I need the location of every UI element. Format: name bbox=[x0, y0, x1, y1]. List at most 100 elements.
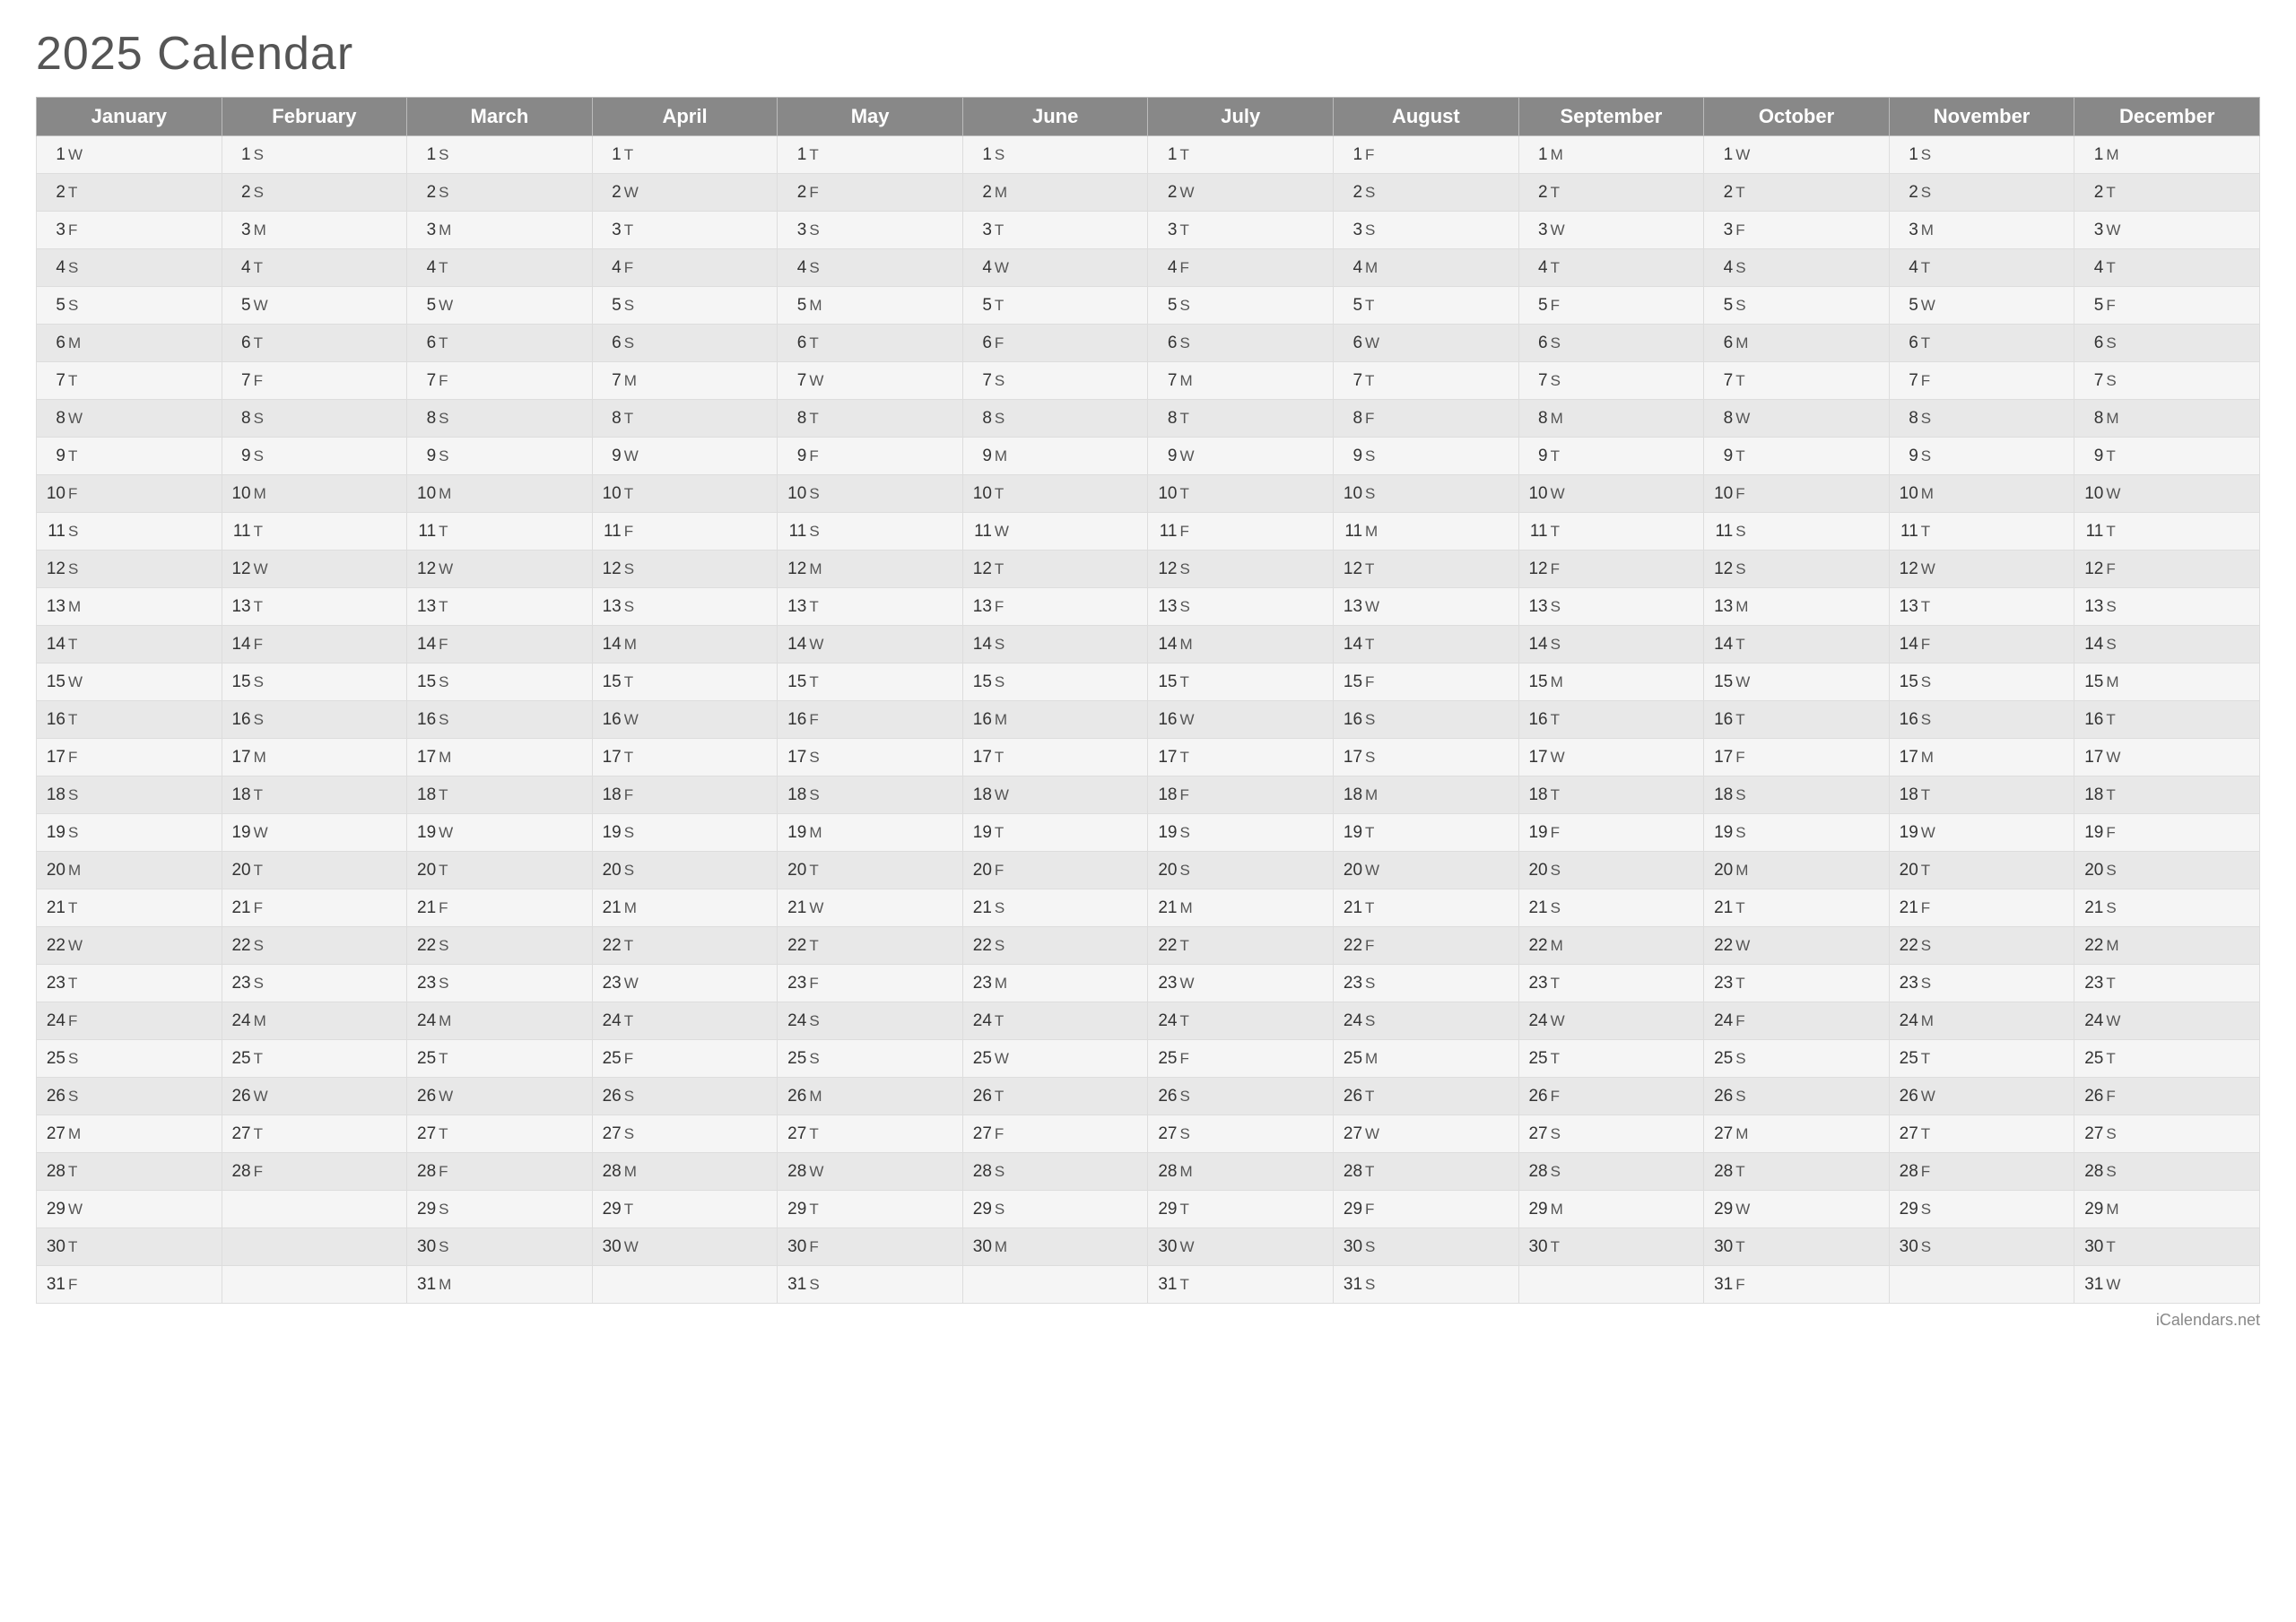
day-letter: S bbox=[995, 673, 1011, 691]
day-letter: T bbox=[624, 221, 640, 239]
day-number: 27 bbox=[781, 1124, 806, 1144]
day-number: 31 bbox=[1708, 1275, 1733, 1295]
day-number: 31 bbox=[781, 1275, 806, 1295]
table-row: 18S18T18T18F18S18W18F18M18T18S18T18T bbox=[37, 776, 2260, 814]
day-number: 5 bbox=[226, 296, 251, 316]
day-letter: S bbox=[995, 1201, 1011, 1219]
day-number: 19 bbox=[40, 823, 65, 843]
day-cell-may-30: 30F bbox=[778, 1228, 963, 1266]
day-number: 16 bbox=[781, 710, 806, 730]
day-letter: F bbox=[1179, 259, 1196, 277]
day-number: 24 bbox=[967, 1011, 992, 1031]
day-cell-july-22: 22T bbox=[1148, 927, 1334, 965]
day-number: 28 bbox=[1893, 1162, 1918, 1182]
day-cell-september-30: 30T bbox=[1518, 1228, 1704, 1266]
day-cell-february-17: 17M bbox=[222, 739, 407, 776]
day-number: 12 bbox=[1708, 559, 1733, 579]
day-letter: S bbox=[995, 1163, 1011, 1181]
day-number: 18 bbox=[1893, 785, 1918, 805]
day-number: 10 bbox=[967, 484, 992, 504]
table-row: 8W8S8S8T8T8S8T8F8M8W8S8M bbox=[37, 400, 2260, 438]
day-letter: F bbox=[809, 975, 825, 993]
table-row: 5S5W5W5S5M5T5S5T5F5S5W5F bbox=[37, 287, 2260, 325]
day-letter: T bbox=[439, 786, 455, 804]
day-letter: T bbox=[254, 862, 270, 880]
day-number: 15 bbox=[1708, 672, 1733, 692]
day-number: 25 bbox=[1152, 1049, 1177, 1069]
day-letter: M bbox=[254, 1012, 270, 1030]
day-letter: S bbox=[624, 334, 640, 352]
day-letter: S bbox=[2106, 1125, 2122, 1143]
day-cell-february-14: 14F bbox=[222, 626, 407, 664]
day-cell-january-3: 3F bbox=[37, 212, 222, 249]
day-number: 5 bbox=[1893, 296, 1918, 316]
day-cell-july-14: 14M bbox=[1148, 626, 1334, 664]
day-cell-november-18: 18T bbox=[1889, 776, 2074, 814]
day-letter: T bbox=[809, 1125, 825, 1143]
day-cell-april-23: 23W bbox=[592, 965, 778, 1002]
day-letter: S bbox=[439, 410, 455, 428]
day-cell-july-24: 24T bbox=[1148, 1002, 1334, 1040]
day-number: 12 bbox=[1523, 559, 1548, 579]
day-letter: S bbox=[439, 975, 455, 993]
day-number: 19 bbox=[596, 823, 622, 843]
day-letter: T bbox=[439, 1050, 455, 1068]
day-cell-january-22: 22W bbox=[37, 927, 222, 965]
day-letter: W bbox=[624, 184, 640, 202]
day-number: 13 bbox=[1337, 597, 1362, 617]
day-cell-december-12: 12F bbox=[2074, 551, 2260, 588]
day-number: 10 bbox=[1708, 484, 1733, 504]
day-number: 10 bbox=[596, 484, 622, 504]
day-letter: W bbox=[2106, 1012, 2122, 1030]
day-number: 1 bbox=[1523, 145, 1548, 165]
day-cell-november-22: 22S bbox=[1889, 927, 2074, 965]
day-cell-june-28: 28S bbox=[962, 1153, 1148, 1191]
day-letter: W bbox=[809, 636, 825, 654]
day-number: 20 bbox=[411, 861, 436, 880]
day-number: 16 bbox=[2078, 710, 2103, 730]
day-cell-september-28: 28S bbox=[1518, 1153, 1704, 1191]
day-number: 19 bbox=[1152, 823, 1177, 843]
day-number: 25 bbox=[226, 1049, 251, 1069]
day-number: 1 bbox=[1893, 145, 1918, 165]
day-number: 17 bbox=[1708, 748, 1733, 768]
day-letter: S bbox=[68, 523, 84, 541]
day-letter: F bbox=[1365, 1201, 1381, 1219]
day-letter: T bbox=[254, 598, 270, 616]
day-letter: M bbox=[68, 598, 84, 616]
table-row: 3F3M3M3T3S3T3T3S3W3F3M3W bbox=[37, 212, 2260, 249]
day-cell-december-31: 31W bbox=[2074, 1266, 2260, 1304]
day-letter: S bbox=[809, 259, 825, 277]
day-cell-september-25: 25T bbox=[1518, 1040, 1704, 1078]
day-cell-january-12: 12S bbox=[37, 551, 222, 588]
day-letter: T bbox=[995, 221, 1011, 239]
day-cell-september-8: 8M bbox=[1518, 400, 1704, 438]
day-letter: F bbox=[1735, 1012, 1752, 1030]
day-cell-december-7: 7S bbox=[2074, 362, 2260, 400]
day-number: 27 bbox=[411, 1124, 436, 1144]
day-number: 29 bbox=[1708, 1200, 1733, 1219]
day-cell-september-2: 2T bbox=[1518, 174, 1704, 212]
day-number: 30 bbox=[1152, 1237, 1177, 1257]
day-cell-january-24: 24F bbox=[37, 1002, 222, 1040]
day-cell-june-18: 18W bbox=[962, 776, 1148, 814]
day-letter: S bbox=[624, 297, 640, 315]
day-cell-august-6: 6W bbox=[1334, 325, 1519, 362]
day-number: 7 bbox=[1152, 371, 1177, 391]
day-cell-february-4: 4T bbox=[222, 249, 407, 287]
day-number: 5 bbox=[781, 296, 806, 316]
day-cell-may-5: 5M bbox=[778, 287, 963, 325]
day-letter: T bbox=[1179, 410, 1196, 428]
day-cell-august-2: 2S bbox=[1334, 174, 1519, 212]
day-cell-june-6: 6F bbox=[962, 325, 1148, 362]
day-number: 1 bbox=[781, 145, 806, 165]
day-letter: M bbox=[995, 1238, 1011, 1256]
day-cell-february-9: 9S bbox=[222, 438, 407, 475]
day-cell-february-27: 27T bbox=[222, 1115, 407, 1153]
day-cell-july-11: 11F bbox=[1148, 513, 1334, 551]
day-number: 6 bbox=[967, 334, 992, 353]
day-letter: M bbox=[68, 1125, 84, 1143]
day-letter: M bbox=[995, 975, 1011, 993]
day-cell-october-9: 9T bbox=[1704, 438, 1890, 475]
day-cell-august-23: 23S bbox=[1334, 965, 1519, 1002]
